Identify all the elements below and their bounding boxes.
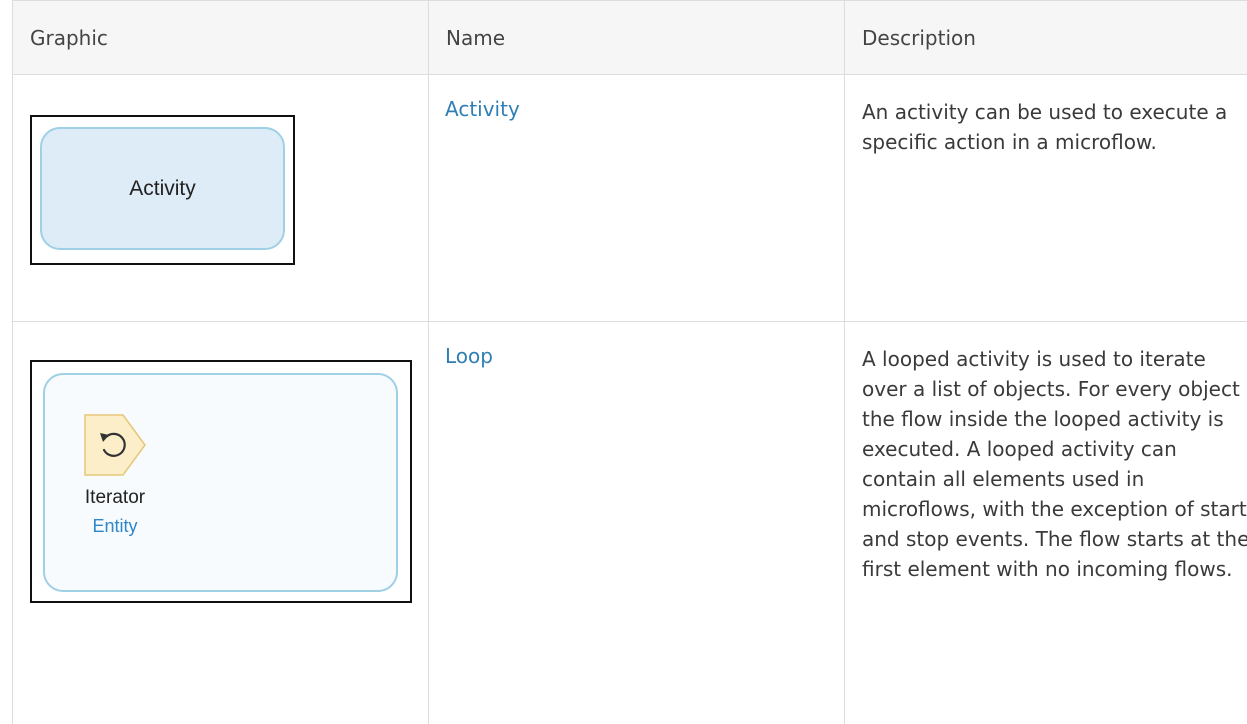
graphic-cell: Iterator Entity (13, 322, 429, 724)
column-header-description: Description (845, 1, 1247, 75)
table-row: Iterator Entity Loop A looped activity i… (13, 322, 1247, 724)
activity-shape: Activity (40, 127, 285, 250)
loop-link[interactable]: Loop (445, 344, 493, 368)
name-cell: Loop (429, 322, 845, 724)
loop-iterator-icon (83, 413, 147, 477)
loop-graphic: Iterator Entity (30, 360, 412, 603)
table-row: Activity Activity An activity can be use… (13, 75, 1247, 322)
table-header-row: Graphic Name Description (13, 1, 1247, 75)
iterator-label: Iterator (65, 487, 165, 509)
description-cell: A looped activity is used to iterate ove… (845, 322, 1247, 724)
elements-table-container: Graphic Name Description Activity Activi… (12, 0, 1247, 677)
column-header-graphic: Graphic (13, 1, 429, 75)
loop-shape: Iterator Entity (43, 373, 398, 592)
entity-label: Entity (65, 516, 165, 537)
elements-table: Graphic Name Description Activity Activi… (12, 0, 1247, 724)
column-header-name: Name (429, 1, 845, 75)
name-cell: Activity (429, 75, 845, 322)
activity-graphic: Activity (30, 115, 295, 265)
activity-link[interactable]: Activity (445, 97, 520, 121)
description-cell: An activity can be used to execute a spe… (845, 75, 1247, 322)
activity-graphic-label: Activity (129, 177, 196, 201)
graphic-cell: Activity (13, 75, 429, 322)
